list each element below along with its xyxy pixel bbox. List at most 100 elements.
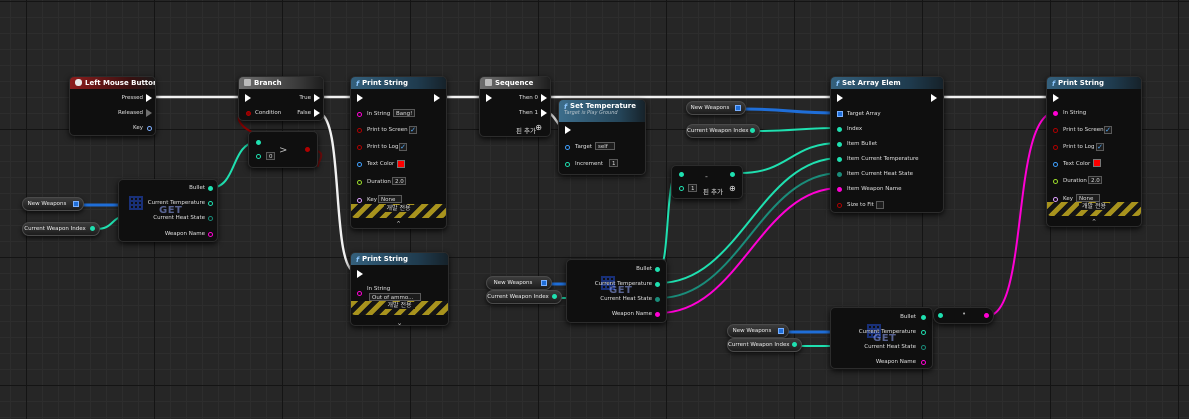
add-pin-icon[interactable]: ⊕ [729,184,736,193]
print-to-log-checkbox[interactable]: ✓ [1096,143,1104,151]
set-array-elem-node[interactable]: f Set Array Elem Target Array Index Item … [830,76,944,213]
pin-input[interactable] [938,313,943,318]
pin-print-to-log[interactable] [1053,145,1058,150]
new-weapons-getter-1[interactable]: New Weapons [22,197,84,211]
add-pin-label[interactable]: 핀 추가 [516,125,536,135]
pin-in-string[interactable] [357,291,362,296]
print-string-node-3[interactable]: f Print String In String Print to Screen … [1046,76,1142,227]
branch-node[interactable]: Branch True Condition False [238,76,324,121]
increment-field[interactable]: 1 [609,159,618,167]
key-field[interactable]: None [1076,194,1100,202]
pin-text-color[interactable] [1053,162,1058,167]
pin-key[interactable] [147,126,152,131]
print-to-screen-checkbox[interactable]: ✓ [409,126,417,134]
pin-item-current-temperature[interactable] [837,157,842,162]
pin-output[interactable] [750,128,755,133]
print-to-log-checkbox[interactable]: ✓ [399,143,407,151]
conversion-node[interactable]: • [933,307,994,324]
pin-current-heat-state[interactable] [208,216,213,221]
new-weapons-getter-3[interactable]: New Weapons [486,276,552,290]
pin-a[interactable] [679,172,684,177]
pin-bullet[interactable] [208,186,213,191]
subtract-value-field[interactable]: 1 [688,184,697,192]
pin-target[interactable] [565,145,570,150]
pin-bullet[interactable] [921,315,926,320]
pin-current-temperature[interactable] [208,201,213,206]
print-to-screen-checkbox[interactable]: ✓ [1104,126,1112,134]
pin-result[interactable] [730,172,735,177]
duration-field[interactable]: 2.0 [1088,176,1102,184]
size-to-fit-checkbox[interactable] [876,201,884,209]
new-weapons-getter-4[interactable]: New Weapons [727,324,789,338]
pin-output[interactable] [792,342,797,347]
pin-current-heat-state[interactable] [921,345,926,350]
pin-increment[interactable] [565,162,570,167]
pin-result[interactable] [305,147,310,152]
pin-output[interactable] [552,294,557,299]
break-struct-node-2[interactable]: GET Bullet Current Temperature Current H… [566,259,667,323]
pin-index[interactable] [837,127,842,132]
in-string-field[interactable]: Out of ammo... [369,293,421,301]
text-color-swatch[interactable] [1093,159,1101,167]
set-temperature-node[interactable]: f Set Temperature Target is Play Ground Ta… [558,99,646,175]
current-weapon-index-getter-4[interactable]: Current Weapon Index [727,338,802,352]
pin-exec-in[interactable] [357,94,363,102]
print-string-node-2[interactable]: f Print String In String Out of ammo... 개… [350,252,449,326]
key-field[interactable]: None [378,195,402,203]
array-icon[interactable] [541,280,547,286]
pin-exec-in[interactable] [245,94,251,102]
pin-item-current-heat-state[interactable] [837,172,842,177]
chevron-down-icon[interactable]: ⌃ [351,220,446,228]
pin-print-to-screen[interactable] [1053,128,1058,133]
pin-item-weapon-name[interactable] [837,187,842,192]
current-weapon-index-getter-3[interactable]: Current Weapon Index [486,290,562,304]
sequence-node[interactable]: Sequence Then 0 Then 1 핀 추가 ⊕ [479,76,551,137]
pin-current-temperature[interactable] [921,330,926,335]
pin-then1-exec[interactable] [541,109,547,117]
pin-key[interactable] [357,198,362,203]
target-field[interactable]: self [595,142,615,150]
pin-duration[interactable] [357,180,362,185]
pin-weapon-name[interactable] [921,360,926,365]
subtract-node[interactable]: 1 - 핀 추가 ⊕ [671,165,743,199]
pin-bullet[interactable] [655,267,660,272]
pin-size-to-fit[interactable] [837,203,842,208]
pin-condition[interactable] [246,111,251,116]
break-struct-node-3[interactable]: GET Bullet Current Temperature Current H… [830,307,933,369]
chevron-down-icon[interactable]: ⌃ [1047,218,1141,226]
chevron-down-icon[interactable]: ⌃ [351,318,448,326]
pin-then0-exec[interactable] [541,94,547,102]
pin-released-exec[interactable] [146,109,152,117]
pin-exec-out[interactable] [1129,94,1135,102]
pin-print-to-screen[interactable] [357,128,362,133]
pin-weapon-name[interactable] [208,232,213,237]
pin-in-string[interactable] [1053,111,1058,116]
pin-exec-in[interactable] [486,94,492,102]
pin-exec-out[interactable] [434,94,440,102]
pin-output[interactable] [90,226,95,231]
pin-text-color[interactable] [357,162,362,167]
pin-exec-in[interactable] [1053,94,1059,102]
pin-current-temperature[interactable] [655,282,660,287]
pin-a[interactable] [256,140,261,145]
pin-pressed-exec[interactable] [146,94,152,102]
left-mouse-button-node[interactable]: Left Mouse Button Pressed Released Key [69,76,156,136]
pin-b[interactable] [679,186,684,191]
pin-true-exec[interactable] [314,94,320,102]
current-weapon-index-getter-1[interactable]: Current Weapon Index [22,222,100,236]
array-icon[interactable] [778,328,784,334]
greater-than-node[interactable]: 0 > [248,131,318,168]
compare-value-field[interactable]: 0 [266,152,275,160]
pin-exec-out[interactable] [436,270,442,278]
add-pin-icon[interactable]: ⊕ [535,123,542,132]
new-weapons-getter-2[interactable]: New Weapons [686,101,746,115]
pin-exec-out[interactable] [931,94,937,102]
pin-false-exec[interactable] [314,109,320,117]
array-icon[interactable] [735,105,741,111]
current-weapon-index-getter-2[interactable]: Current Weapon Index [686,124,760,138]
pin-print-to-log[interactable] [357,145,362,150]
pin-b[interactable] [256,154,261,159]
pin-duration[interactable] [1053,179,1058,184]
pin-weapon-name[interactable] [655,312,660,317]
pin-current-heat-state[interactable] [655,297,660,302]
